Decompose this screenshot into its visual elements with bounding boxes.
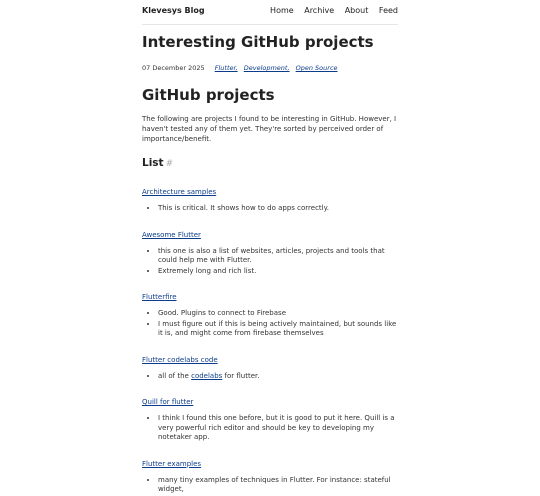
list-item: Good. Plugins to connect to Firebase: [158, 309, 398, 319]
list-heading-text: List: [142, 157, 164, 169]
codelabs-link[interactable]: codelabs: [191, 372, 222, 380]
project-notes: many tiny examples of techniques in Flut…: [142, 476, 398, 495]
section-title: GitHub projects: [142, 86, 275, 104]
project-flutter-examples: Flutter examples many tiny examples of t…: [142, 451, 398, 495]
project-link-flutter-examples[interactable]: Flutter examples: [142, 459, 201, 469]
project-notes: This is critical. It shows how to do app…: [142, 204, 398, 214]
project-link-quill-for-flutter[interactable]: Quill for flutter: [142, 397, 193, 407]
list-item: this one is also a list of websites, art…: [158, 247, 398, 266]
tag-open-source[interactable]: Open Source: [296, 64, 338, 72]
list-item: all of the codelabs for flutter.: [158, 372, 398, 382]
list-item: This is critical. It shows how to do app…: [158, 204, 398, 214]
nav-home[interactable]: Home: [270, 6, 294, 15]
nav-archive[interactable]: Archive: [304, 6, 334, 15]
note-text-pre: all of the: [158, 371, 192, 380]
nav-about[interactable]: About: [345, 6, 369, 15]
heading-anchor-link[interactable]: #: [166, 159, 174, 169]
project-awesome-flutter: Awesome Flutter this one is also a list …: [142, 222, 398, 277]
list-item: I think I found this one before, but it …: [158, 414, 398, 443]
project-link-architecture-samples[interactable]: Architecture samples: [142, 187, 216, 197]
nav-feed[interactable]: Feed: [379, 6, 398, 15]
intro-paragraph: The following are projects I found to be…: [142, 115, 397, 143]
project-flutter-codelabs-code: Flutter codelabs code all of the codelab…: [142, 347, 398, 382]
project-notes: all of the codelabs for flutter.: [142, 372, 398, 382]
post-title: Interesting GitHub projects: [142, 33, 374, 51]
note-text-post: for flutter.: [222, 371, 260, 380]
list-heading: List #: [142, 156, 398, 171]
project-notes: this one is also a list of websites, art…: [142, 247, 398, 277]
project-link-awesome-flutter[interactable]: Awesome Flutter: [142, 230, 201, 240]
tag-development[interactable]: Development,: [244, 64, 290, 72]
post-content: Interesting GitHub projects 07 December …: [142, 30, 398, 496]
page: Klevesys Blog Home Archive About Feed In…: [0, 0, 540, 493]
post-date: 07 December 2025: [142, 64, 205, 72]
blog-brand[interactable]: Klevesys Blog: [142, 6, 205, 15]
top-nav: Klevesys Blog Home Archive About Feed: [142, 0, 398, 25]
nav-menu: Home Archive About Feed: [262, 6, 398, 15]
project-flutterfire: Flutterfire Good. Plugins to connect to …: [142, 284, 398, 339]
project-link-flutter-codelabs-code[interactable]: Flutter codelabs code: [142, 355, 218, 365]
tag-flutter[interactable]: Flutter,: [215, 64, 238, 72]
list-item: I must figure out if this is being activ…: [158, 320, 398, 339]
project-quill-for-flutter: Quill for flutter I think I found this o…: [142, 389, 398, 443]
list-item: Extremely long and rich list.: [158, 267, 398, 277]
project-link-flutterfire[interactable]: Flutterfire: [142, 292, 177, 302]
list-item: many tiny examples of techniques in Flut…: [158, 476, 398, 495]
project-notes: I think I found this one before, but it …: [142, 414, 398, 443]
project-architecture-samples: Architecture samples This is critical. I…: [142, 179, 398, 214]
project-notes: Good. Plugins to connect to Firebase I m…: [142, 309, 398, 339]
post-meta: 07 December 2025 Flutter, Development, O…: [142, 64, 398, 72]
